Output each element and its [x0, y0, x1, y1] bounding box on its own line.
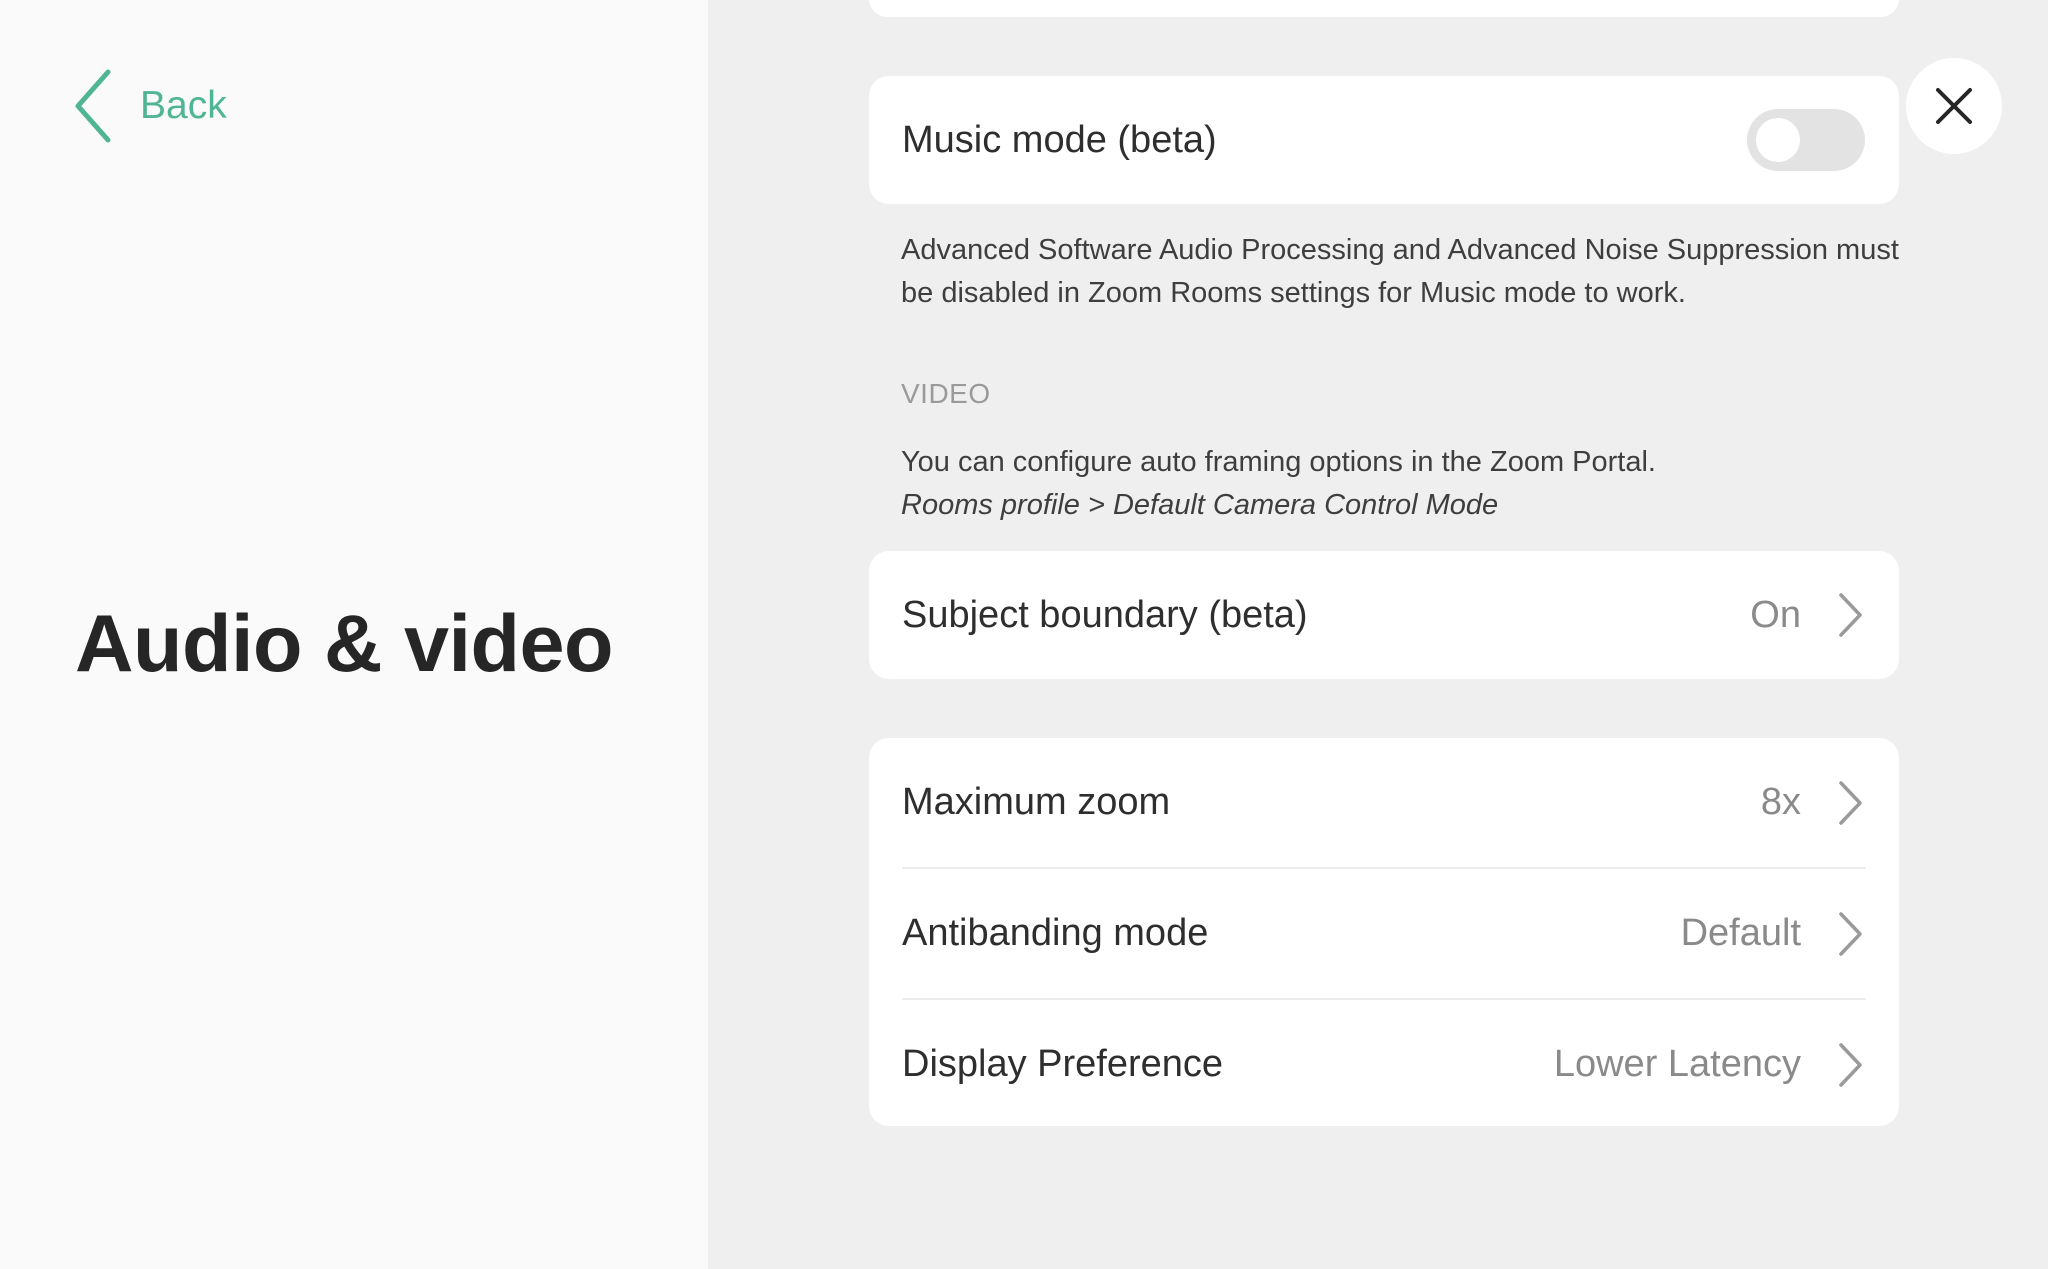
subject-boundary-label: Subject boundary (beta)	[902, 593, 1308, 636]
left-panel: Back Audio & video	[0, 0, 708, 1269]
chevron-left-icon	[75, 69, 111, 143]
chevron-right-icon	[1839, 593, 1862, 637]
display-preference-label: Display Preference	[902, 1043, 1224, 1085]
back-label: Back	[140, 84, 227, 127]
display-preference-value: Lower Latency	[1553, 1043, 1801, 1085]
page-title: Audio & video	[75, 599, 614, 689]
maximum-zoom-row[interactable]: Maximum zoom 8x	[869, 738, 1899, 867]
music-mode-toggle[interactable]	[1747, 109, 1865, 171]
toggle-knob	[1756, 118, 1800, 162]
back-button[interactable]: Back	[72, 66, 227, 146]
maximum-zoom-label: Maximum zoom	[902, 781, 1171, 823]
maximum-zoom-value: 8x	[1760, 781, 1801, 823]
chevron-right-icon	[1839, 780, 1862, 825]
antibanding-mode-label: Antibanding mode	[902, 912, 1209, 954]
antibanding-mode-value: Default	[1680, 912, 1801, 954]
camera-settings-card: Maximum zoom 8x Antibanding mode Default…	[869, 738, 1899, 1126]
video-section-label: VIDEO	[901, 378, 991, 409]
video-help-text: You can configure auto framing options i…	[901, 441, 1901, 527]
settings-panel[interactable]: Music mode (beta) Advanced Software Audi…	[708, 0, 2048, 1269]
music-mode-label: Music mode (beta)	[902, 118, 1217, 161]
close-icon	[1936, 88, 1972, 124]
previous-card	[869, 0, 1899, 17]
subject-boundary-row[interactable]: Subject boundary (beta) On	[869, 551, 1899, 679]
music-mode-help-text: Advanced Software Audio Processing and A…	[901, 234, 1899, 309]
subject-boundary-value: On	[1750, 593, 1801, 636]
display-preference-row[interactable]: Display Preference Lower Latency	[869, 1000, 1899, 1129]
chevron-right-icon	[1839, 911, 1862, 956]
antibanding-mode-row[interactable]: Antibanding mode Default	[869, 869, 1899, 998]
music-mode-row[interactable]: Music mode (beta)	[869, 76, 1899, 204]
portal-path: Rooms profile > Default Camera Control M…	[901, 489, 1499, 521]
auto-framing-help: You can configure auto framing options i…	[901, 446, 1656, 478]
subject-boundary-card: Subject boundary (beta) On	[869, 551, 1899, 679]
chevron-right-icon	[1839, 1042, 1862, 1087]
music-mode-card: Music mode (beta)	[869, 76, 1899, 204]
close-button[interactable]	[1906, 58, 2002, 154]
